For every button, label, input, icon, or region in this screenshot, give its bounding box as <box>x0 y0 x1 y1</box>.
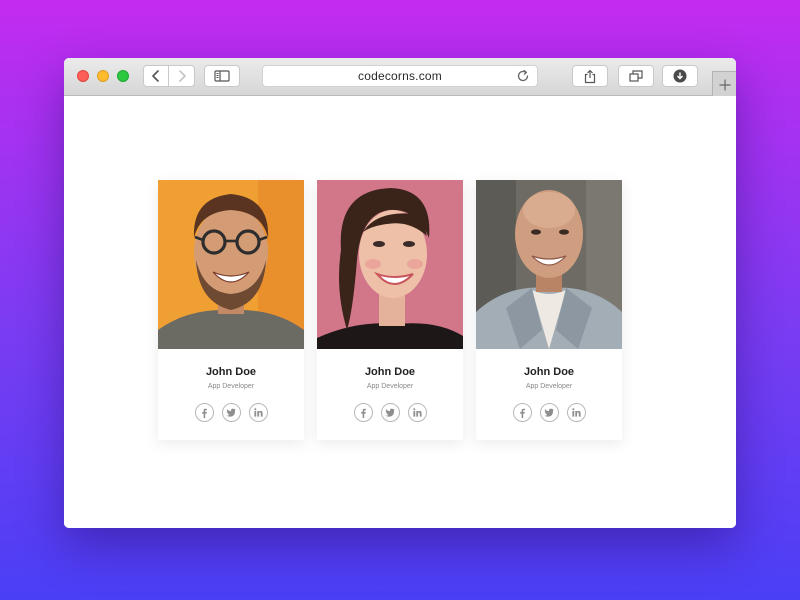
social-links <box>317 403 463 422</box>
linkedin-link[interactable] <box>566 403 586 422</box>
chevron-right-icon <box>178 70 186 82</box>
forward-button[interactable] <box>169 65 195 87</box>
twitter-icon <box>226 408 236 417</box>
team-member-role: App Developer <box>525 383 573 390</box>
chevron-left-icon <box>152 70 159 82</box>
team-member-photo <box>476 180 622 349</box>
facebook-icon <box>361 408 366 418</box>
team-member-name: John Doe <box>205 366 257 378</box>
facebook-icon <box>520 408 525 418</box>
team-member-photo <box>158 180 304 349</box>
linkedin-icon <box>571 408 581 417</box>
facebook-link[interactable] <box>512 403 532 422</box>
linkedin-link[interactable] <box>407 403 427 422</box>
team-card: John Doe App Developer <box>476 180 622 440</box>
close-window-button[interactable] <box>77 70 89 82</box>
facebook-link[interactable] <box>194 403 214 422</box>
back-button[interactable] <box>143 65 169 87</box>
downloads-button[interactable] <box>662 65 698 87</box>
desktop-background: { "browser": { "url": "codecorns.com", "… <box>0 0 800 600</box>
twitter-link[interactable] <box>539 403 559 422</box>
facebook-icon <box>202 408 207 418</box>
zoom-window-button[interactable] <box>117 70 129 82</box>
linkedin-link[interactable] <box>248 403 268 422</box>
tabs-overview-button[interactable] <box>618 65 654 87</box>
twitter-link[interactable] <box>380 403 400 422</box>
browser-toolbar: codecorns.com <box>64 58 736 97</box>
tabs-icon <box>629 70 643 82</box>
share-button[interactable] <box>572 65 608 87</box>
sidebar-icon <box>214 70 230 82</box>
plus-icon <box>719 79 730 90</box>
social-links <box>158 403 304 422</box>
team-member-name: John Doe <box>364 366 416 378</box>
team-member-role: App Developer <box>207 383 255 390</box>
new-tab-button[interactable] <box>712 71 736 97</box>
minimize-window-button[interactable] <box>97 70 109 82</box>
linkedin-icon <box>412 408 422 417</box>
sidebar-toggle-button[interactable] <box>204 65 240 87</box>
address-bar[interactable]: codecorns.com <box>262 65 538 87</box>
page-content: John Doe App Developer John Doe App Deve… <box>64 96 736 528</box>
team-member-name: John Doe <box>523 366 575 378</box>
team-member-role: App Developer <box>366 383 414 390</box>
reload-icon[interactable] <box>516 69 530 83</box>
twitter-link[interactable] <box>221 403 241 422</box>
facebook-link[interactable] <box>353 403 373 422</box>
twitter-icon <box>544 408 554 417</box>
share-icon <box>584 69 596 83</box>
team-member-photo <box>317 180 463 349</box>
team-card: John Doe App Developer <box>158 180 304 440</box>
team-card: John Doe App Developer <box>317 180 463 440</box>
social-links <box>476 403 622 422</box>
linkedin-icon <box>253 408 263 417</box>
browser-window: codecorns.com John Doe App Developer Joh… <box>64 58 736 528</box>
download-icon <box>673 69 687 83</box>
url-text: codecorns.com <box>358 69 442 83</box>
twitter-icon <box>385 408 395 417</box>
